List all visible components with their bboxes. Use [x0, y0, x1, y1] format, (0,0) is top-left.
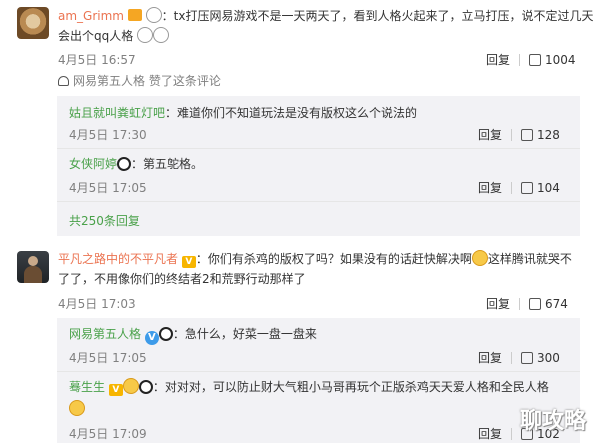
- like-icon[interactable]: [529, 54, 542, 66]
- username[interactable]: 女侠阿婷: [69, 157, 117, 171]
- watermark-logo: 聊攻略: [519, 409, 586, 434]
- divider: [511, 352, 513, 364]
- timestamp: 4月5日 17:05: [69, 181, 147, 195]
- like-count: 300: [537, 351, 560, 365]
- like-icon[interactable]: [521, 352, 534, 364]
- divider: [57, 371, 580, 372]
- username[interactable]: 平凡之路中的不平凡者: [58, 252, 178, 266]
- like-count: 128: [537, 128, 560, 142]
- comment-actions: 回复 674: [486, 295, 568, 312]
- vip-badge-icon: V: [181, 256, 196, 268]
- like-count: 674: [545, 297, 568, 311]
- avatar[interactable]: [17, 251, 49, 283]
- verified-icon: V: [144, 331, 159, 345]
- comment-text-line-1: am_Grimm ：tx打压网易游戏不是一天两天了，看到人格火起来了，立马打压，…: [58, 7, 594, 25]
- timestamp: 4月5日 17:03: [58, 297, 136, 311]
- reply-button[interactable]: 回复: [486, 297, 510, 311]
- divider: [511, 428, 513, 440]
- like-count: 104: [537, 181, 560, 195]
- emoji-icon: [69, 400, 85, 416]
- comment-text: ：tx打压网易游戏不是一天两天了，看到人格火起来了，立马打压，说不定过几天就: [161, 9, 594, 23]
- timestamp: 4月5日 17:05: [69, 351, 147, 365]
- comment-text: 了了，不用像你们的终结者2和荒野行动那样了: [58, 272, 306, 286]
- like-icon[interactable]: [529, 298, 542, 310]
- timestamp: 4月5日 16:57: [58, 53, 136, 67]
- heart-icon: [58, 76, 69, 86]
- reply-actions: 回复 104: [478, 179, 560, 196]
- reply-text: 网易第五人格 V ：急什么，好菜一盘一盘来: [69, 327, 317, 345]
- divider: [519, 298, 521, 310]
- reply-button[interactable]: 回复: [486, 53, 510, 67]
- panda-icon: [117, 157, 132, 171]
- username[interactable]: am_Grimm: [58, 9, 124, 23]
- reply-text: 女侠阿婷 ：第五鸵格。: [69, 157, 204, 171]
- timestamp: 4月5日 17:30: [69, 128, 147, 142]
- username[interactable]: 蓦生生: [69, 380, 105, 394]
- like-count: 1004: [545, 53, 576, 67]
- emoji-icon: [122, 378, 139, 394]
- reply-text: 姑且就叫粪虹灯吧：难道你们不知道玩法是没有版权这么个说法的: [69, 106, 418, 120]
- emoji-icon: [471, 250, 488, 266]
- divider: [57, 148, 580, 149]
- emoji-icon: [145, 7, 162, 23]
- reply-actions: 回复 128: [478, 126, 560, 143]
- comment-text-line-2: 了了，不用像你们的终结者2和荒野行动那样了: [58, 270, 306, 288]
- reply-text: 蓦生生 V ：对对对，可以防止财大气粗小马哥再玩个正版杀鸡天天爱人格和全民人格: [69, 378, 549, 396]
- panda-icon: [158, 327, 173, 341]
- more-replies-link[interactable]: 共250条回复: [69, 212, 140, 229]
- avatar[interactable]: [17, 7, 49, 39]
- timestamp: 4月5日 17:09: [69, 427, 147, 441]
- divider: [519, 54, 521, 66]
- comment-text: 会出个qq人格: [58, 29, 134, 43]
- crown-badge-icon: [127, 9, 142, 21]
- reply-button[interactable]: 回复: [478, 351, 502, 365]
- reply-emoji-line: [69, 400, 85, 418]
- reply-button[interactable]: 回复: [478, 128, 502, 142]
- divider: [511, 129, 513, 141]
- emoji-icon: [153, 27, 170, 43]
- emoji-icon: [137, 27, 154, 43]
- comment-text-line-2: 会出个qq人格: [58, 27, 170, 45]
- username[interactable]: 姑且就叫粪虹灯吧: [69, 106, 165, 120]
- comment-text: 这样腾讯就哭不: [487, 252, 572, 266]
- like-icon[interactable]: [521, 129, 534, 141]
- liked-by-author: 网易第五人格 赞了这条评论: [58, 72, 221, 89]
- divider: [57, 201, 580, 202]
- like-icon[interactable]: [521, 182, 534, 194]
- username[interactable]: 网易第五人格: [69, 327, 141, 341]
- reply-button[interactable]: 回复: [478, 427, 502, 441]
- divider: [511, 182, 513, 194]
- reply-button[interactable]: 回复: [478, 181, 502, 195]
- panda-icon: [138, 380, 153, 394]
- vip-badge-icon: V: [108, 384, 123, 396]
- comment-actions: 回复 1004: [486, 51, 576, 68]
- comment-text: ：你们有杀鸡的版权了吗？如果没有的话赶快解决啊: [195, 252, 472, 266]
- reply-actions: 回复 300: [478, 349, 560, 366]
- comment-text-line-1: 平凡之路中的不平凡者 V ：你们有杀鸡的版权了吗？如果没有的话赶快解决啊 这样腾讯就…: [58, 250, 572, 268]
